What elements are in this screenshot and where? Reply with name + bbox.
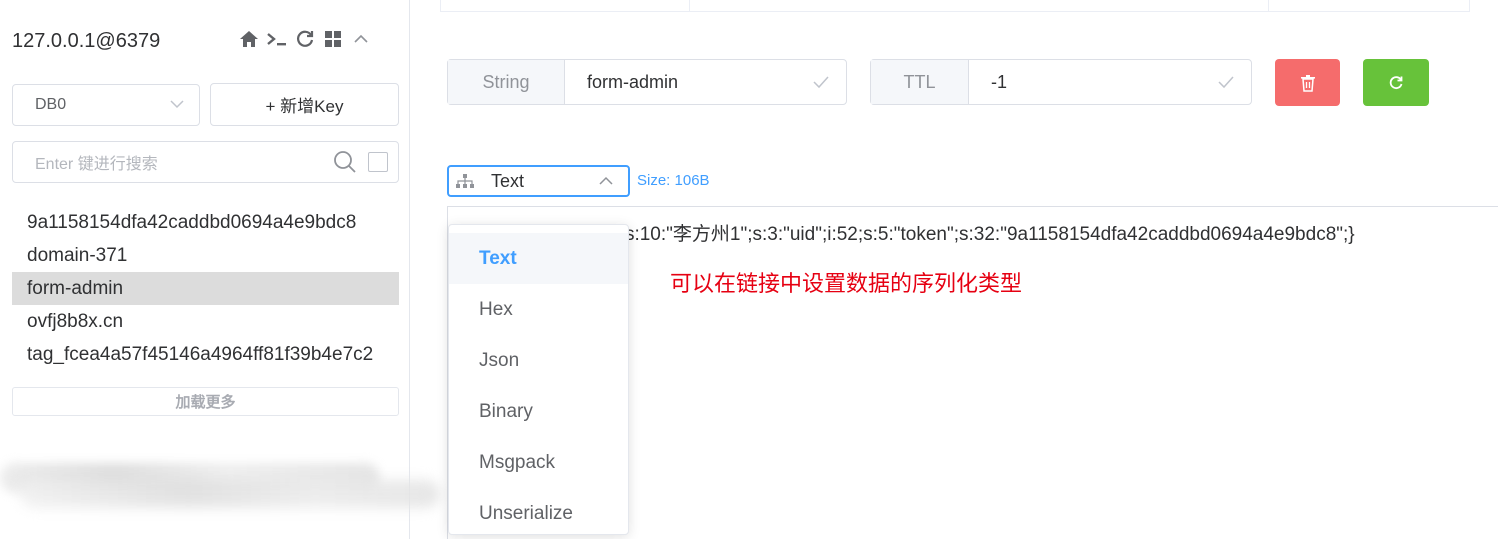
search-icon[interactable]	[332, 149, 358, 175]
format-select[interactable]: Text	[447, 165, 630, 197]
key-list-item[interactable]: 9a1158154dfa42caddbd0694a4e9bdc8	[12, 206, 399, 239]
chevron-up-icon[interactable]	[350, 28, 372, 50]
key-list-item-active[interactable]: form-admin	[12, 272, 399, 305]
ttl-input[interactable]: -1	[969, 60, 1251, 104]
info-table	[440, 0, 1470, 12]
format-select-value: Text	[491, 170, 525, 191]
chevron-up-icon	[599, 176, 613, 185]
annotation-text: 可以在链接中设置数据的序列化类型	[670, 272, 1023, 297]
format-option-hex[interactable]: Hex	[449, 284, 628, 335]
terminal-icon[interactable]	[266, 28, 288, 50]
load-more-button[interactable]: 加载更多	[12, 387, 399, 416]
add-key-label: + 新增Key	[265, 97, 344, 116]
db-select[interactable]: DB0	[12, 84, 200, 126]
sidebar: 127.0.0.1@6379 DB0 + 新增Key Enter 键进行搜索 9…	[0, 0, 440, 539]
delete-key-button[interactable]	[1275, 59, 1340, 106]
format-option-binary[interactable]: Binary	[449, 386, 628, 437]
search-box[interactable]: Enter 键进行搜索	[12, 141, 399, 183]
size-label: Size: 106B	[637, 172, 710, 189]
ttl-group: TTL -1	[870, 59, 1252, 105]
key-type-label: String	[448, 60, 565, 104]
key-name-group: String form-admin	[447, 59, 847, 105]
chevron-down-icon	[169, 96, 185, 114]
key-name-value: form-admin	[587, 71, 679, 92]
key-list-item[interactable]: tag_fcea4a57f45146a4964ff81f39b4e7c2	[12, 338, 399, 371]
grid-icon[interactable]	[322, 28, 344, 50]
ttl-value: -1	[991, 71, 1008, 92]
refresh-key-button[interactable]	[1363, 59, 1429, 106]
key-list-item[interactable]: domain-371	[12, 239, 399, 272]
add-key-button[interactable]: + 新增Key	[210, 83, 399, 126]
check-icon[interactable]	[812, 75, 830, 89]
format-dropdown: Text Hex Json Binary Msgpack Unserialize	[448, 224, 629, 535]
exact-search-checkbox[interactable]	[368, 152, 388, 172]
format-option-unserialize[interactable]: Unserialize	[449, 488, 628, 539]
format-option-text[interactable]: Text	[449, 233, 628, 284]
search-input[interactable]: Enter 键进行搜索	[35, 150, 332, 174]
key-list: 9a1158154dfa42caddbd0694a4e9bdc8 domain-…	[12, 206, 399, 371]
server-toolbar	[238, 28, 372, 50]
key-name-input[interactable]: form-admin	[565, 60, 846, 104]
blurred-region	[20, 480, 440, 508]
sitemap-icon	[456, 174, 474, 188]
format-option-json[interactable]: Json	[449, 335, 628, 386]
refresh-icon	[1389, 75, 1403, 89]
key-list-item[interactable]: ovfj8b8x.cn	[12, 305, 399, 338]
server-title: 127.0.0.1@6379	[12, 30, 161, 52]
check-icon[interactable]	[1217, 75, 1235, 89]
ttl-label: TTL	[871, 60, 969, 104]
refresh-icon[interactable]	[294, 28, 316, 50]
db-select-value: DB0	[35, 96, 67, 113]
format-option-msgpack[interactable]: Msgpack	[449, 437, 628, 488]
home-icon[interactable]	[238, 28, 260, 50]
trash-icon	[1300, 74, 1315, 92]
